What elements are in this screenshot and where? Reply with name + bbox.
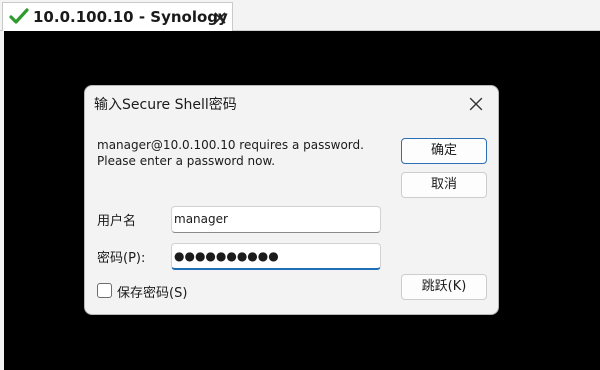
dialog-title: 输入Secure Shell密码 bbox=[94, 97, 237, 113]
password-field[interactable]: ●●●●●●●●●● bbox=[171, 243, 381, 270]
prompt-message-line: Please enter a password now. bbox=[97, 154, 276, 168]
ok-button[interactable]: 确定 bbox=[401, 138, 487, 164]
tab-title: 10.0.100.10 - Synology bbox=[33, 8, 228, 26]
tab-bar: 10.0.100.10 - Synology bbox=[0, 0, 600, 31]
password-dialog: 输入Secure Shell密码 manager@10.0.100.10 req… bbox=[84, 85, 499, 315]
close-icon[interactable] bbox=[469, 97, 483, 111]
prompt-message: manager@10.0.100.10 requires a password.… bbox=[97, 137, 364, 169]
checkmark-icon bbox=[9, 8, 29, 24]
password-label: 密码(P): bbox=[97, 251, 146, 266]
username-label: 用户名 bbox=[97, 214, 137, 229]
prompt-message-line: manager@10.0.100.10 requires a password. bbox=[97, 138, 364, 152]
cancel-button[interactable]: 取消 bbox=[401, 172, 487, 198]
save-password-checkbox[interactable] bbox=[97, 283, 112, 298]
username-field[interactable]: manager bbox=[171, 206, 381, 233]
close-icon[interactable] bbox=[214, 12, 226, 24]
skip-button[interactable]: 跳跃(K) bbox=[401, 274, 487, 300]
save-password-label[interactable]: 保存密码(S) bbox=[117, 282, 187, 301]
session-tab[interactable]: 10.0.100.10 - Synology bbox=[2, 2, 233, 31]
